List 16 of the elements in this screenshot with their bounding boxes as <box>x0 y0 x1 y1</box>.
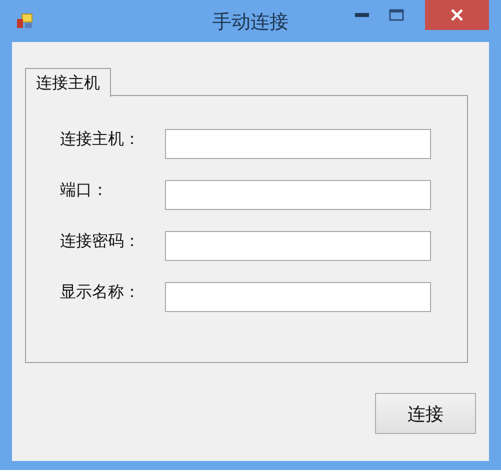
minimize-icon <box>355 13 369 17</box>
field-label: 连接主机： <box>60 129 141 150</box>
app-icon <box>16 13 34 29</box>
field-label: 显示名称： <box>60 282 141 303</box>
connect-button[interactable]: 连接 <box>375 393 476 434</box>
input-field[interactable] <box>165 129 431 159</box>
field-label: 端口： <box>60 180 109 201</box>
field-label: 连接密码： <box>60 231 141 252</box>
window-title: 手动连接 <box>212 10 290 35</box>
close-icon <box>450 8 464 22</box>
input-field[interactable] <box>165 180 431 210</box>
maximize-icon <box>388 9 404 21</box>
input-field[interactable] <box>165 282 431 312</box>
input-field[interactable] <box>165 231 431 261</box>
tab[interactable]: 连接主机 <box>25 68 111 97</box>
close-button[interactable] <box>425 0 489 30</box>
